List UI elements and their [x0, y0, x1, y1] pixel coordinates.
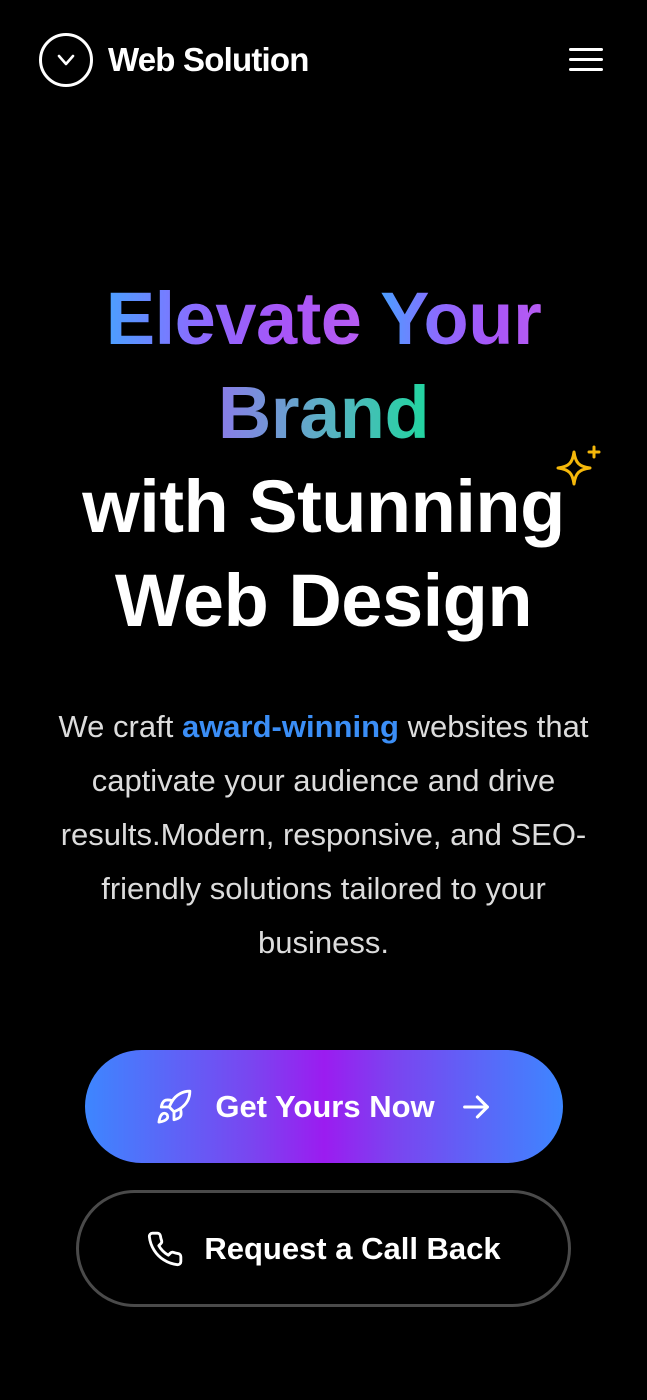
- request-call-back-label: Request a Call Back: [204, 1230, 501, 1266]
- chevron-down-icon: [57, 54, 75, 66]
- get-yours-now-label: Get Yours Now: [215, 1088, 435, 1124]
- brand-name[interactable]: Web Solution: [108, 38, 309, 82]
- hero-text-highlight: award-winning: [181, 709, 399, 744]
- hero-text-rest: websites that captivate your audience an…: [60, 709, 589, 960]
- rocket-icon: [155, 1088, 193, 1126]
- sparkle-icon: [556, 445, 601, 486]
- hero-title-your: Your: [380, 277, 542, 360]
- hero-title-elevate: Elevate: [105, 277, 362, 360]
- hero-title-line-1: Elevate Your: [0, 272, 647, 366]
- logo-chevron-down-icon[interactable]: [39, 33, 93, 87]
- hero-title-brand: Brand: [217, 371, 430, 454]
- site-header: Web Solution: [0, 0, 647, 120]
- phone-icon: [146, 1230, 184, 1268]
- hero-title: Elevate Your Brand with Stunning Web Des…: [0, 272, 647, 648]
- hero-description: We craft award-winning websites that cap…: [40, 700, 607, 970]
- hero-title-line-4: Web Design: [114, 559, 533, 642]
- request-call-back-button[interactable]: Request a Call Back: [76, 1190, 571, 1307]
- hero-title-line-3: with Stunning: [82, 465, 565, 548]
- get-yours-now-button[interactable]: Get Yours Now: [85, 1050, 563, 1163]
- arrow-right-icon: [459, 1090, 493, 1124]
- hero-text-intro: We craft: [58, 709, 182, 744]
- hero-title-line-2: Brand: [0, 366, 647, 460]
- hamburger-menu-icon[interactable]: [566, 44, 608, 76]
